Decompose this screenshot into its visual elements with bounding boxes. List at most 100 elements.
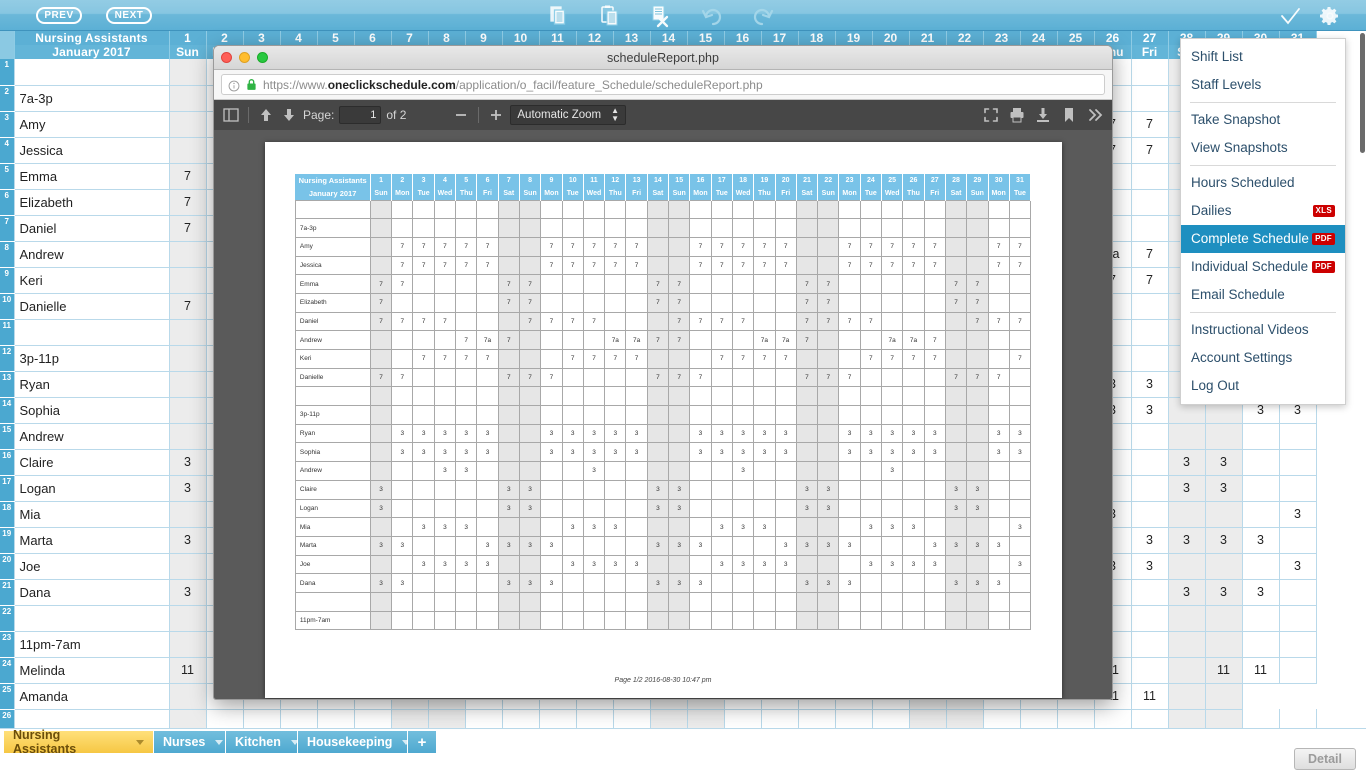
shift-cell[interactable] (1204, 423, 1243, 450)
shift-cell[interactable] (797, 709, 836, 728)
menu-item-take-snapshot[interactable]: Take Snapshot (1181, 106, 1345, 134)
tab-kitchen[interactable]: Kitchen (226, 731, 299, 753)
shift-cell[interactable] (1130, 189, 1169, 216)
shift-cell[interactable] (501, 709, 540, 728)
shift-cell[interactable] (1204, 631, 1243, 658)
shift-cell[interactable]: 3 (1204, 527, 1243, 554)
undo-icon[interactable] (700, 4, 724, 28)
shift-cell[interactable] (1167, 605, 1206, 632)
shift-cell[interactable] (168, 241, 207, 268)
shift-cell[interactable] (1241, 631, 1280, 658)
shift-cell[interactable] (168, 709, 207, 728)
shift-cell[interactable]: 3 (1167, 449, 1206, 476)
gear-icon[interactable] (1318, 4, 1342, 28)
staff-name-cell[interactable] (13, 59, 170, 86)
shift-cell[interactable]: 3 (1278, 501, 1317, 528)
shift-cell[interactable] (168, 371, 207, 398)
shift-cell[interactable] (168, 59, 207, 86)
shift-cell[interactable] (1204, 683, 1243, 710)
zoom-in-icon[interactable] (487, 106, 505, 124)
info-icon[interactable] (228, 79, 240, 91)
vertical-scrollbar[interactable] (1359, 31, 1366, 728)
shift-cell[interactable] (1241, 475, 1280, 502)
shift-cell[interactable] (168, 345, 207, 372)
more-tools-icon[interactable] (1086, 106, 1104, 124)
shift-cell[interactable] (1130, 579, 1169, 606)
shift-cell[interactable] (1167, 423, 1206, 450)
shift-cell[interactable] (945, 709, 984, 728)
shift-cell[interactable] (1130, 709, 1169, 728)
shift-cell[interactable]: 11 (1130, 683, 1169, 710)
shift-cell[interactable] (1167, 683, 1206, 710)
redo-icon[interactable] (751, 4, 775, 28)
shift-cell[interactable]: 7 (168, 163, 207, 190)
shift-cell[interactable] (1167, 501, 1206, 528)
browser-titlebar[interactable]: scheduleReport.php (214, 46, 1112, 70)
menu-item-instructional-videos[interactable]: Instructional Videos (1181, 316, 1345, 344)
shift-cell[interactable] (1167, 631, 1206, 658)
staff-name-cell[interactable]: Joe (13, 553, 170, 580)
sidebar-toggle-icon[interactable] (222, 106, 240, 124)
delete-icon[interactable] (649, 4, 673, 28)
shift-cell[interactable] (168, 137, 207, 164)
grid-row[interactable]: 26 (0, 709, 1317, 728)
zoom-out-icon[interactable] (452, 106, 470, 124)
tab-housekeeping[interactable]: Housekeeping (298, 731, 411, 753)
staff-name-cell[interactable]: Keri (13, 267, 170, 294)
copy-icon[interactable] (547, 4, 571, 28)
shift-cell[interactable] (686, 709, 725, 728)
shift-cell[interactable]: 7 (1130, 111, 1169, 138)
shift-cell[interactable] (168, 683, 207, 710)
shift-cell[interactable]: 3 (1167, 527, 1206, 554)
shift-cell[interactable] (1278, 449, 1317, 476)
shift-cell[interactable] (1241, 501, 1280, 528)
page-down-icon[interactable] (280, 106, 298, 124)
shift-cell[interactable] (1241, 553, 1280, 580)
page-number-input[interactable] (339, 106, 382, 124)
shift-cell[interactable] (575, 709, 614, 728)
shift-cell[interactable]: 7 (168, 189, 207, 216)
tab-nurses[interactable]: Nurses (154, 731, 226, 753)
shift-cell[interactable] (427, 709, 466, 728)
shift-cell[interactable] (1130, 319, 1169, 346)
staff-name-cell[interactable]: Andrew (13, 423, 170, 450)
staff-name-cell[interactable]: Danielle (13, 293, 170, 320)
shift-cell[interactable] (168, 631, 207, 658)
shift-cell[interactable] (168, 423, 207, 450)
shift-cell[interactable]: 3 (168, 527, 207, 554)
download-icon[interactable] (1034, 106, 1052, 124)
staff-name-cell[interactable] (13, 319, 170, 346)
shift-cell[interactable] (464, 709, 503, 728)
staff-name-cell[interactable]: Marta (13, 527, 170, 554)
shift-cell[interactable] (649, 709, 688, 728)
shift-cell[interactable] (1278, 579, 1317, 606)
shift-cell[interactable] (1130, 345, 1169, 372)
shift-cell[interactable] (1278, 527, 1317, 554)
staff-name-cell[interactable]: Mia (13, 501, 170, 528)
shift-cell[interactable] (1278, 657, 1317, 684)
staff-name-cell[interactable]: 7a-3p (13, 85, 170, 112)
shift-cell[interactable]: 3 (1130, 397, 1169, 424)
menu-item-individual-schedule[interactable]: Individual Schedule PDF (1181, 253, 1345, 281)
shift-cell[interactable] (168, 397, 207, 424)
shift-cell[interactable]: 11 (1241, 657, 1280, 684)
menu-item-shift-list[interactable]: Shift List (1181, 43, 1345, 71)
shift-cell[interactable]: 7 (168, 293, 207, 320)
staff-name-cell[interactable]: Dana (13, 579, 170, 606)
staff-name-cell[interactable]: Emma (13, 163, 170, 190)
shift-cell[interactable] (1130, 501, 1169, 528)
shift-cell[interactable] (279, 709, 318, 728)
shift-cell[interactable] (1167, 709, 1206, 728)
shift-cell[interactable] (1241, 709, 1280, 728)
shift-cell[interactable]: 3 (1204, 475, 1243, 502)
staff-name-cell[interactable]: Claire (13, 449, 170, 476)
shift-cell[interactable] (1204, 501, 1243, 528)
shift-cell[interactable] (1130, 163, 1169, 190)
shift-cell[interactable] (1130, 423, 1169, 450)
tab-nursing-assistants[interactable]: Nursing Assistants (4, 728, 154, 756)
shift-cell[interactable] (1241, 605, 1280, 632)
menu-item-hours-scheduled[interactable]: Hours Scheduled (1181, 169, 1345, 197)
chevron-down-icon[interactable] (215, 739, 224, 745)
shift-cell[interactable] (1241, 423, 1280, 450)
shift-cell[interactable]: 3 (1130, 527, 1169, 554)
